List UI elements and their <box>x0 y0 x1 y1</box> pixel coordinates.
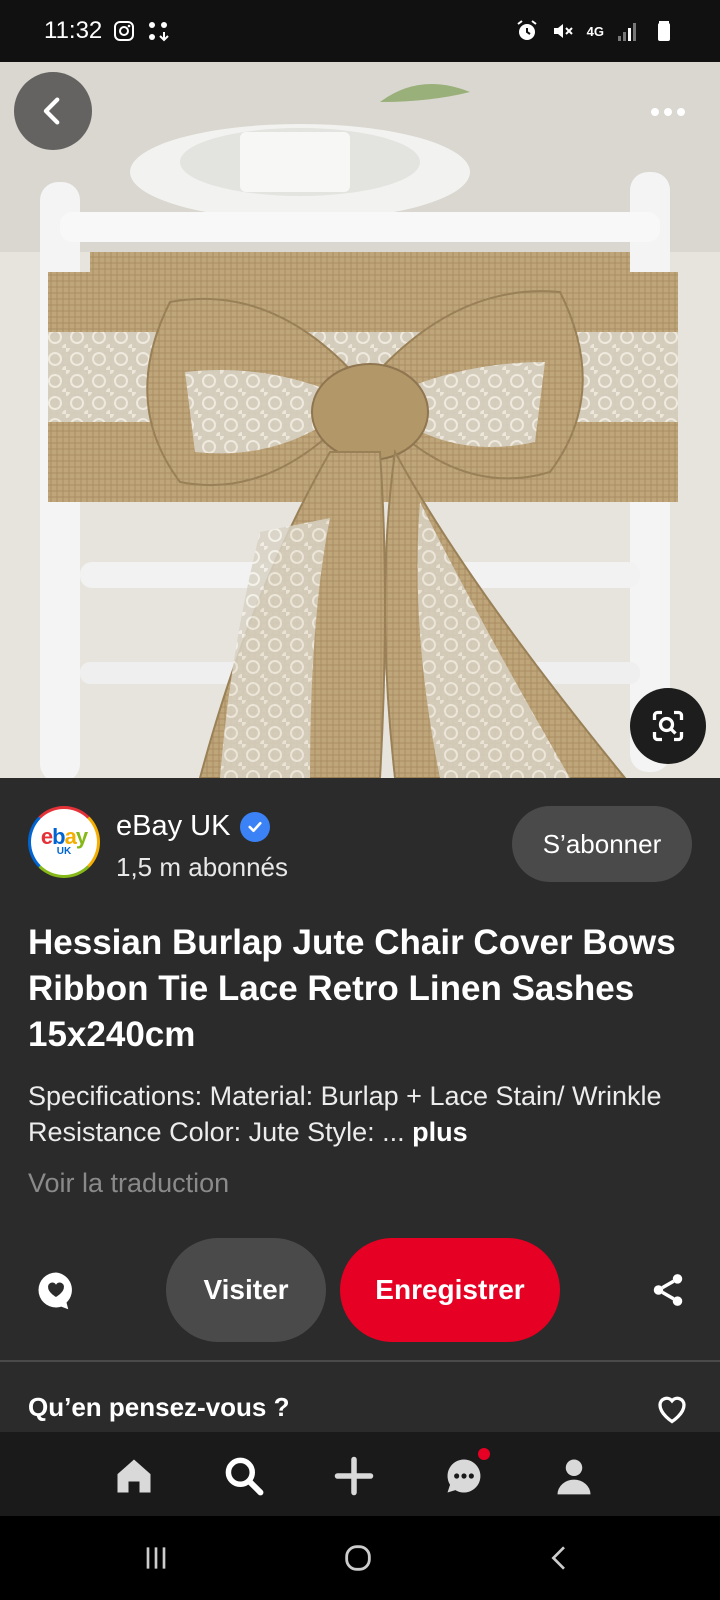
chevron-left-icon <box>43 97 60 125</box>
author-row: ebay UK eBay UK 1,5 m abonnés S’abonner <box>28 806 692 884</box>
search-icon <box>225 1457 264 1496</box>
ebay-logo: ebay <box>40 824 88 849</box>
alarm-icon <box>515 19 539 43</box>
save-button[interactable]: Enregistrer <box>340 1238 560 1342</box>
pin-title: Hessian Burlap Jute Chair Cover Bows Rib… <box>28 923 676 1054</box>
system-nav-bar <box>0 1516 720 1600</box>
author-name[interactable]: eBay UK <box>116 810 230 843</box>
avatar[interactable]: ebay UK <box>28 806 100 878</box>
feedback-row: Qu’en pensez-vous ? <box>28 1386 692 1426</box>
back-chevron-icon <box>551 1546 565 1570</box>
pin-image[interactable] <box>0 62 720 778</box>
download-icon <box>146 19 170 43</box>
share-icon <box>653 1274 683 1306</box>
visual-search-button[interactable] <box>630 688 706 764</box>
battery-icon <box>652 19 676 43</box>
nav-create[interactable] <box>330 1452 378 1500</box>
nav-search[interactable] <box>220 1452 268 1500</box>
verified-icon <box>240 811 271 842</box>
comment-button[interactable] <box>34 1268 78 1312</box>
recent-apps-button[interactable] <box>136 1538 176 1578</box>
more-options-button[interactable] <box>638 92 698 132</box>
share-button[interactable] <box>646 1268 690 1312</box>
subscribe-button[interactable]: S’abonner <box>512 806 692 882</box>
author-name-row[interactable]: eBay UK <box>116 810 271 843</box>
dot <box>677 108 685 116</box>
system-back-button[interactable] <box>540 1538 580 1578</box>
action-row: Visiter Enregistrer <box>0 1238 720 1342</box>
bottom-nav <box>0 1432 720 1516</box>
feedback-label: Qu’en pensez-vous ? <box>28 1392 290 1422</box>
home-circle-icon <box>345 1545 371 1571</box>
status-bar: 11:32 4G <box>0 0 720 62</box>
dot <box>651 108 659 116</box>
more-link[interactable]: plus <box>412 1117 468 1147</box>
nav-home[interactable] <box>110 1452 158 1500</box>
lens-icon <box>652 710 684 742</box>
pin-description: Specifications: Material: Burlap + Lace … <box>28 1078 698 1150</box>
back-button[interactable] <box>14 72 92 150</box>
comment-heart-icon <box>38 1272 72 1310</box>
network-type: 4G <box>586 23 604 39</box>
translate-link[interactable]: Voir la traduction <box>28 1168 229 1199</box>
home-button[interactable] <box>338 1538 378 1578</box>
nav-profile[interactable] <box>550 1452 598 1500</box>
heart-icon[interactable] <box>652 1390 692 1426</box>
notification-dot <box>478 1448 490 1460</box>
mute-icon <box>551 19 575 43</box>
visit-button[interactable]: Visiter <box>166 1238 326 1342</box>
profile-icon <box>557 1459 591 1495</box>
avatar-sub: UK <box>56 846 72 857</box>
messages-icon <box>447 1459 481 1493</box>
follower-count: 1,5 m abonnés <box>116 852 289 882</box>
dot <box>664 108 672 116</box>
add-icon <box>334 1456 374 1496</box>
home-icon <box>117 1459 151 1493</box>
divider <box>0 1360 720 1362</box>
status-time: 11:32 <box>44 17 103 44</box>
signal-icon <box>616 19 640 43</box>
instagram-icon <box>112 19 136 43</box>
nav-messages[interactable] <box>440 1448 490 1500</box>
description-text: Specifications: Material: Burlap + Lace … <box>28 1081 662 1147</box>
recent-apps-icon <box>146 1547 166 1569</box>
